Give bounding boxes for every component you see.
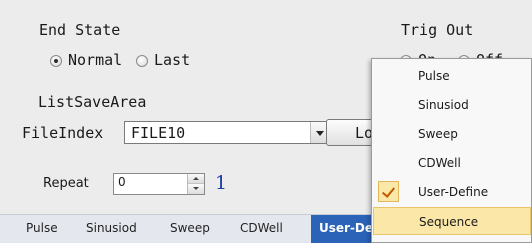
end-state-title: End State bbox=[39, 21, 121, 39]
menu-item-user-define[interactable]: User-Define bbox=[373, 178, 531, 206]
end-state-last-radio[interactable] bbox=[136, 55, 148, 67]
menu-item-label: Pulse bbox=[418, 69, 450, 83]
menu-item-label: CDWell bbox=[418, 156, 461, 170]
spin-up-icon[interactable] bbox=[188, 174, 204, 184]
repeat-value: 0 bbox=[118, 175, 126, 189]
checkmark-icon bbox=[378, 181, 399, 202]
tab-cdwell[interactable]: CDWell bbox=[240, 221, 283, 235]
end-state-last-label[interactable]: Last bbox=[154, 51, 190, 69]
tab-list-menu: Pulse Sinusiod Sweep CDWell User-Define … bbox=[371, 58, 532, 243]
end-state-normal-label[interactable]: Normal bbox=[68, 51, 122, 69]
tab-sinusiod[interactable]: Sinusiod bbox=[86, 221, 137, 235]
repeat-spinner[interactable]: 0 bbox=[113, 173, 205, 195]
menu-item-cdwell[interactable]: CDWell bbox=[373, 149, 531, 177]
trig-out-title: Trig Out bbox=[401, 21, 474, 39]
file-index-value: FILE10 bbox=[131, 124, 186, 142]
menu-item-label: Sequence bbox=[419, 215, 479, 229]
tab-sweep[interactable]: Sweep bbox=[170, 221, 210, 235]
menu-item-pulse[interactable]: Pulse bbox=[373, 62, 531, 90]
menu-item-sweep[interactable]: Sweep bbox=[373, 120, 531, 148]
spin-buttons[interactable] bbox=[187, 174, 204, 194]
list-save-area-label: ListSaveArea bbox=[38, 93, 147, 111]
menu-item-label: User-Define bbox=[418, 185, 489, 199]
tab-pulse[interactable]: Pulse bbox=[26, 221, 58, 235]
repeat-annotation: 1 bbox=[215, 172, 228, 194]
file-index-select[interactable]: FILE10 bbox=[124, 121, 330, 144]
menu-item-sequence[interactable]: Sequence bbox=[373, 207, 531, 235]
file-index-label: FileIndex bbox=[22, 124, 104, 142]
spin-down-icon[interactable] bbox=[188, 184, 204, 194]
menu-item-sinusiod[interactable]: Sinusiod bbox=[373, 91, 531, 119]
menu-item-label: Sweep bbox=[418, 127, 458, 141]
repeat-label: Repeat bbox=[43, 176, 89, 191]
menu-item-label: Sinusiod bbox=[418, 98, 469, 112]
end-state-normal-radio[interactable] bbox=[50, 55, 62, 67]
